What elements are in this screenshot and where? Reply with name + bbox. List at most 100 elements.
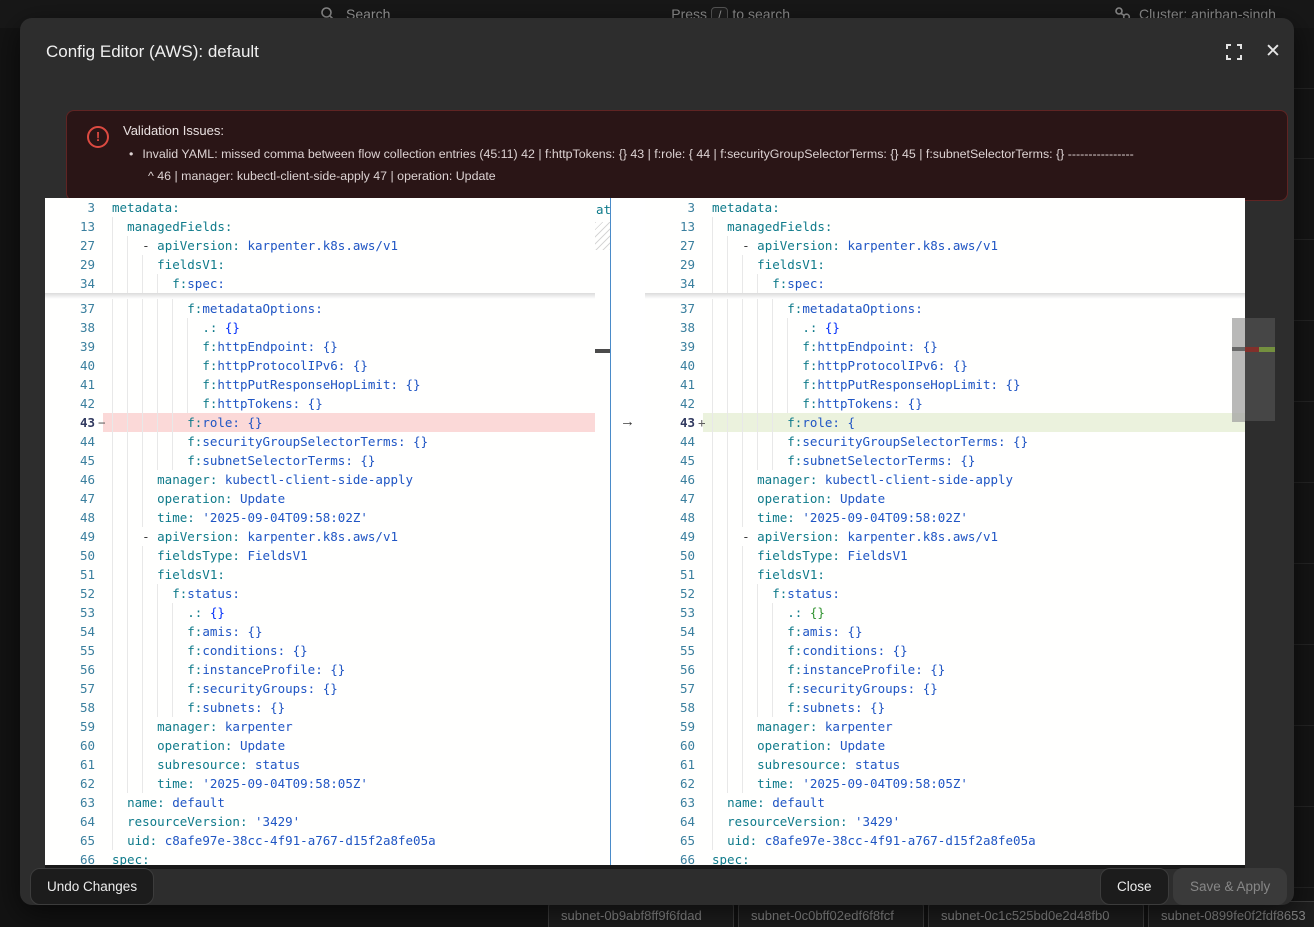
code-line: 54 f:amis: {} [45, 622, 595, 641]
code-line: 57 f:securityGroups: {} [45, 679, 595, 698]
code-line: 51 fieldsV1: [45, 565, 595, 584]
code-line: 41 f:httpPutResponseHopLimit: {} [45, 375, 595, 394]
code-line: 38 .: {} [45, 318, 595, 337]
scrollbar-diff-mark [595, 349, 610, 353]
code-line: 45 f:subnetSelectorTerms: {} [645, 451, 1245, 470]
code-line: 42 f:httpTokens: {} [45, 394, 595, 413]
code-line: 64 resourceVersion: '3429' [645, 812, 1245, 831]
code-line: 65 uid: c8afe97e-38cc-4f91-a767-d15f2a8f… [645, 831, 1245, 850]
code-line: 47 operation: Update [45, 489, 595, 508]
screen: Search Press/to search Cluster: anirban-… [0, 0, 1314, 927]
validation-message-line1: •Invalid YAML: missed comma between flow… [129, 147, 1134, 161]
code-line: 62 time: '2025-09-04T09:58:05Z' [45, 774, 595, 793]
code-line: 48 time: '2025-09-04T09:58:02Z' [645, 508, 1245, 527]
code-line: 58 f:subnets: {} [45, 698, 595, 717]
sticky-line: 27 - apiVersion: karpenter.k8s.aws/v1 [645, 236, 1245, 255]
diff-overview-ruler[interactable] [1245, 318, 1275, 421]
code-line: 43+ f:role: { [645, 413, 1245, 432]
scrollbar-diff-mark [1232, 347, 1245, 351]
sticky-render-artifact: at [596, 202, 610, 217]
overview-deleted-mark [1245, 347, 1259, 352]
code-line: 37 f:metadataOptions: [645, 299, 1245, 318]
code-line: 50 fieldsType: FieldsV1 [45, 546, 595, 565]
diff-sash[interactable]: → [610, 198, 647, 865]
code-line: 63 name: default [645, 793, 1245, 812]
code-line: 52 f:status: [645, 584, 1245, 603]
code-line: 66spec: [45, 850, 595, 865]
close-icon[interactable]: ✕ [1265, 40, 1287, 62]
code-line: 37 f:metadataOptions: [45, 299, 595, 318]
code-line: 45 f:subnetSelectorTerms: {} [45, 451, 595, 470]
code-line: 40 f:httpProtocolIPv6: {} [645, 356, 1245, 375]
sticky-line: 34 f:spec: [645, 274, 1245, 293]
code-line: 55 f:conditions: {} [45, 641, 595, 660]
code-line: 41 f:httpPutResponseHopLimit: {} [645, 375, 1245, 394]
code-line: 61 subresource: status [645, 755, 1245, 774]
code-line: 65 uid: c8afe97e-38cc-4f91-a767-d15f2a8f… [45, 831, 595, 850]
sticky-line: 3metadata: [645, 198, 1245, 217]
code-line: 42 f:httpTokens: {} [645, 394, 1245, 413]
sticky-shadow [45, 293, 595, 299]
sticky-line: 29 fieldsV1: [45, 255, 595, 274]
close-button[interactable]: Close [1100, 868, 1169, 905]
scrollbar-slider[interactable] [1232, 318, 1245, 422]
sticky-line: 13 managedFields: [645, 217, 1245, 236]
original-editor-scrollbar[interactable]: at [595, 198, 610, 865]
diff-original-editor[interactable]: 37 f:metadataOptions:38 .: {}39 f:httpEn… [45, 198, 595, 865]
code-line: 62 time: '2025-09-04T09:58:05Z' [645, 774, 1245, 793]
code-line: 50 fieldsType: FieldsV1 [645, 546, 1245, 565]
code-line: 46 manager: kubectl-client-side-apply [645, 470, 1245, 489]
expand-icon [1224, 42, 1244, 62]
code-line: 59 manager: karpenter [45, 717, 595, 736]
error-icon: ! [87, 126, 109, 148]
sticky-scroll-header: 3metadata:13 managedFields:27 - apiVersi… [645, 198, 1245, 293]
code-line: 57 f:securityGroups: {} [645, 679, 1245, 698]
revert-change-arrow-button[interactable]: → [611, 412, 644, 431]
code-line: 54 f:amis: {} [645, 622, 1245, 641]
code-line: 43− f:role: {} [45, 413, 595, 432]
sticky-line: 3metadata: [45, 198, 595, 217]
code-line: 61 subresource: status [45, 755, 595, 774]
code-line: 60 operation: Update [645, 736, 1245, 755]
editor-bottom-edge [45, 865, 1245, 869]
background-table-edge [1294, 28, 1314, 908]
undo-changes-button[interactable]: Undo Changes [30, 868, 154, 905]
code-lines: 37 f:metadataOptions:38 .: {}39 f:httpEn… [645, 299, 1245, 865]
code-line: 48 time: '2025-09-04T09:58:02Z' [45, 508, 595, 527]
code-lines: 37 f:metadataOptions:38 .: {}39 f:httpEn… [45, 299, 595, 865]
sticky-shadow [645, 293, 1245, 299]
sticky-scroll-header: 3metadata:13 managedFields:27 - apiVersi… [45, 198, 595, 293]
overview-inserted-mark [1259, 347, 1275, 352]
code-line: 60 operation: Update [45, 736, 595, 755]
modal-title: Config Editor (AWS): default [46, 42, 259, 62]
code-line: 53 .: {} [45, 603, 595, 622]
hatch-pattern [595, 222, 610, 250]
validation-title: Validation Issues: [123, 123, 224, 138]
sticky-line: 34 f:spec: [45, 274, 595, 293]
sticky-line: 29 fieldsV1: [645, 255, 1245, 274]
diff-modified-editor[interactable]: 37 f:metadataOptions:38 .: {}39 f:httpEn… [645, 198, 1245, 865]
code-line: 47 operation: Update [645, 489, 1245, 508]
sticky-line: 13 managedFields: [45, 217, 595, 236]
bullet: • [129, 147, 133, 161]
code-line: 39 f:httpEndpoint: {} [645, 337, 1245, 356]
code-line: 53 .: {} [645, 603, 1245, 622]
code-line: 52 f:status: [45, 584, 595, 603]
code-line: 58 f:subnets: {} [645, 698, 1245, 717]
code-line: 64 resourceVersion: '3429' [45, 812, 595, 831]
code-line: 56 f:instanceProfile: {} [45, 660, 595, 679]
code-line: 44 f:securityGroupSelectorTerms: {} [45, 432, 595, 451]
code-line: 39 f:httpEndpoint: {} [45, 337, 595, 356]
code-line: 56 f:instanceProfile: {} [645, 660, 1245, 679]
code-line: 49 - apiVersion: karpenter.k8s.aws/v1 [645, 527, 1245, 546]
code-line: 66spec: [645, 850, 1245, 865]
code-line: 46 manager: kubectl-client-side-apply [45, 470, 595, 489]
code-line: 44 f:securityGroupSelectorTerms: {} [645, 432, 1245, 451]
fullscreen-button[interactable] [1224, 42, 1246, 64]
code-line: 63 name: default [45, 793, 595, 812]
code-line: 40 f:httpProtocolIPv6: {} [45, 356, 595, 375]
code-line: 55 f:conditions: {} [645, 641, 1245, 660]
code-line: 49 - apiVersion: karpenter.k8s.aws/v1 [45, 527, 595, 546]
code-line: 38 .: {} [645, 318, 1245, 337]
save-apply-button[interactable]: Save & Apply [1173, 868, 1287, 905]
